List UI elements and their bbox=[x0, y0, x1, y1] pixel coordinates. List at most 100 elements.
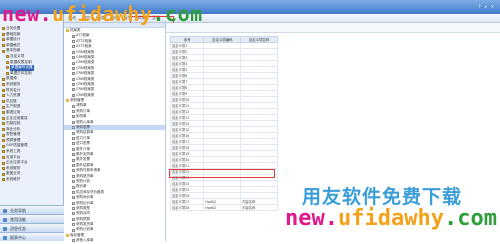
folder-icon bbox=[2, 94, 5, 98]
watermark-bottom: new.ufidawhy.com bbox=[285, 206, 497, 231]
selection-highlight-box bbox=[169, 169, 275, 178]
folder-icon bbox=[2, 100, 5, 104]
nav-label: 常用功能 bbox=[10, 217, 26, 222]
document-icon bbox=[72, 137, 75, 140]
folder-icon bbox=[2, 88, 5, 92]
document-icon bbox=[72, 126, 75, 130]
document-icon bbox=[72, 88, 75, 92]
sidebar-item[interactable]: 系统维护 bbox=[2, 177, 62, 183]
folder-icon bbox=[6, 60, 9, 64]
help-icon[interactable]: ? bbox=[479, 4, 481, 9]
document-icon bbox=[72, 115, 75, 119]
folder-icon bbox=[2, 116, 5, 120]
watermark-part: .com bbox=[152, 2, 203, 26]
folder-icon bbox=[2, 105, 5, 109]
watermark-part: ufidawhy bbox=[52, 2, 153, 26]
document-icon bbox=[72, 104, 75, 108]
folder-icon bbox=[66, 234, 69, 238]
document-icon bbox=[72, 185, 75, 189]
folder-icon bbox=[2, 133, 5, 137]
watermark-part: new. bbox=[285, 206, 338, 231]
document-icon bbox=[72, 110, 75, 114]
watermark-part: ufidawhy bbox=[337, 206, 444, 231]
nav-icon bbox=[3, 217, 7, 222]
document-icon bbox=[72, 66, 75, 70]
table-cell[interactable]: 自定义项28 bbox=[169, 204, 205, 211]
table-cell[interactable]: 内容名称 bbox=[240, 204, 278, 211]
folder-icon bbox=[66, 29, 69, 33]
folder-icon bbox=[2, 139, 5, 143]
document-icon bbox=[72, 174, 75, 178]
nav-common-button[interactable]: 常用功能 bbox=[0, 214, 64, 223]
document-icon bbox=[72, 190, 75, 194]
folder-icon bbox=[2, 44, 5, 48]
document-icon bbox=[72, 147, 75, 151]
document-icon bbox=[72, 196, 75, 200]
folder-icon bbox=[2, 155, 5, 159]
document-tree-panel: 档案类 ATT档案 ATT2档案 ATT3档案 CRM档案类 CRM档案类 CRM档案类 CR… bbox=[64, 23, 166, 244]
nav-message-button[interactable]: 消息任务 bbox=[0, 223, 64, 232]
document-icon bbox=[72, 93, 75, 97]
document-icon bbox=[72, 228, 75, 232]
definition-grid: 序号 自定义项编码 自定义项名称 自定义项1 自定义项2 自定义项3 自定义项4 自定义… bbox=[169, 36, 278, 211]
sidebar-tree: 业务设置 基础档案 单据设计 单据格式 基本档案 自定义项 数据权限控制 单据编号设置 单据打印… bbox=[2, 26, 62, 183]
nav-icon bbox=[3, 226, 7, 231]
document-tree: 档案类 ATT档案 ATT2档案 ATT3档案 CRM档案类 CRM档案类 CRM档案类 CR… bbox=[64, 28, 165, 244]
folder-icon bbox=[2, 150, 5, 154]
folder-icon bbox=[2, 161, 5, 165]
definition-toolbar bbox=[166, 23, 500, 33]
document-icon bbox=[72, 56, 75, 60]
document-icon bbox=[72, 83, 75, 87]
folder-icon bbox=[2, 32, 5, 36]
document-icon bbox=[72, 120, 75, 124]
document-icon bbox=[72, 212, 75, 216]
document-icon bbox=[72, 45, 75, 49]
nav-report-button[interactable]: 报表中心 bbox=[0, 232, 64, 241]
document-icon bbox=[72, 131, 75, 135]
document-icon bbox=[72, 217, 75, 221]
close-icon[interactable]: ✕ bbox=[491, 4, 494, 9]
document-icon bbox=[72, 223, 75, 227]
nav-icon bbox=[3, 208, 7, 213]
document-icon bbox=[72, 153, 75, 157]
window-controls: ? ▾ ✕ bbox=[479, 4, 495, 9]
nav-label: 消息任务 bbox=[10, 226, 26, 231]
document-icon bbox=[72, 180, 75, 184]
folder-icon bbox=[2, 178, 5, 182]
folder-icon bbox=[2, 77, 5, 81]
folder-icon bbox=[66, 99, 69, 103]
document-icon bbox=[72, 201, 75, 205]
watermark-part: .com bbox=[443, 206, 497, 231]
nav-label: 业务导航 bbox=[10, 208, 26, 213]
sidebar-bottom-nav: 业务导航 常用功能 消息任务 报表中心 bbox=[0, 205, 64, 241]
document-icon bbox=[72, 142, 75, 146]
document-icon bbox=[72, 77, 75, 81]
document-icon bbox=[72, 207, 75, 211]
document-icon bbox=[72, 163, 75, 167]
folder-icon bbox=[6, 72, 9, 76]
document-icon bbox=[72, 158, 75, 162]
table-cell[interactable]: Hpd02 bbox=[203, 204, 242, 211]
sidebar-item-label: 系统维护 bbox=[6, 177, 21, 182]
document-icon bbox=[72, 61, 75, 65]
table-row[interactable]: 自定义项28 Hpd02 内容名称 bbox=[169, 204, 278, 211]
folder-icon bbox=[6, 66, 9, 70]
nav-business-button[interactable]: 业务导航 bbox=[0, 205, 64, 214]
folder-icon bbox=[2, 38, 5, 42]
document-icon bbox=[72, 39, 75, 43]
watermark-part: new. bbox=[2, 2, 53, 26]
document-icon bbox=[72, 50, 75, 54]
sidebar: 业务设置 基础档案 单据设计 单据格式 基本档案 自定义项 数据权限控制 单据编号设置 单据打印… bbox=[0, 14, 64, 241]
document-icon bbox=[72, 72, 75, 76]
folder-icon bbox=[6, 55, 9, 59]
folder-icon bbox=[2, 127, 5, 131]
nav-icon bbox=[3, 235, 7, 240]
folder-icon bbox=[2, 122, 5, 126]
folder-icon bbox=[2, 167, 5, 171]
document-icon bbox=[72, 34, 75, 38]
folder-icon bbox=[2, 172, 5, 176]
folder-icon bbox=[2, 83, 5, 87]
dropdown-icon[interactable]: ▾ bbox=[485, 4, 487, 9]
nav-label: 报表中心 bbox=[10, 235, 26, 240]
folder-icon bbox=[2, 49, 5, 53]
